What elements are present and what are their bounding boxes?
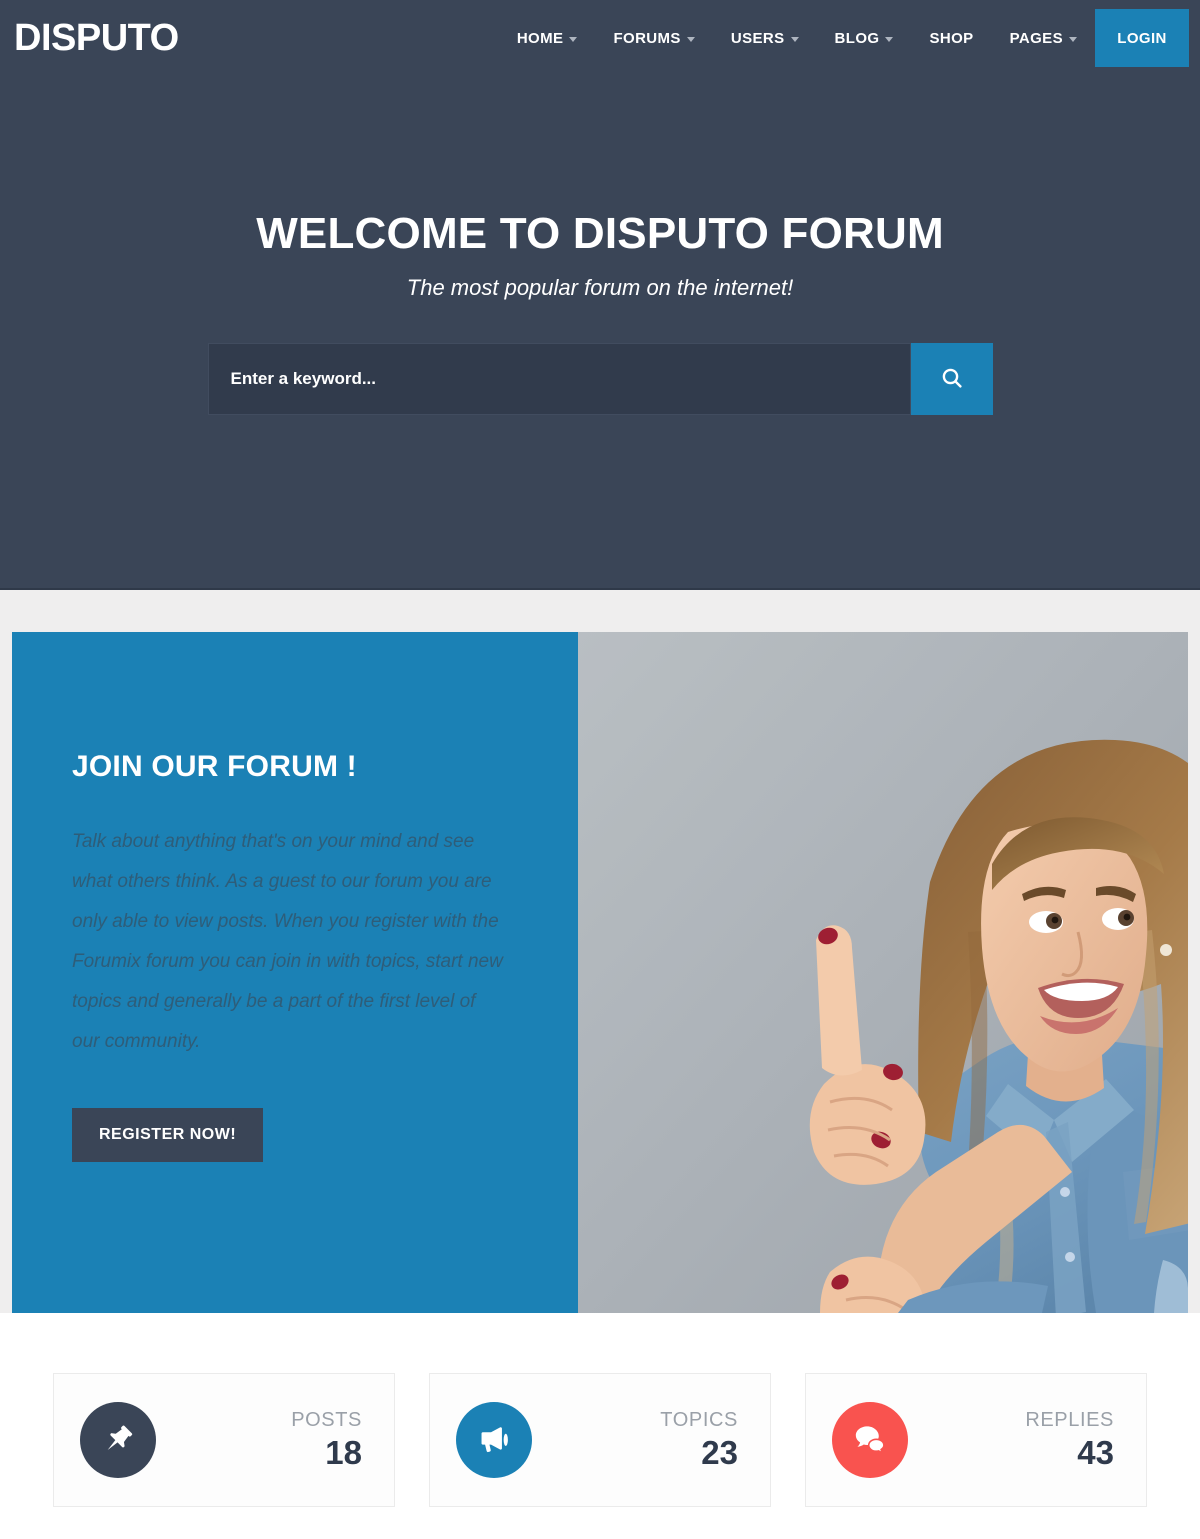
nav-item-label: HOME xyxy=(516,29,564,47)
stat-value: 43 xyxy=(1077,1434,1114,1471)
stat-label: REPLIES xyxy=(1025,1409,1114,1431)
stat-card[interactable]: POSTS 18 xyxy=(53,1373,395,1507)
page-content: JOIN OUR FORUM ! Talk about anything tha… xyxy=(0,590,1200,1539)
nav-item-label: SHOP xyxy=(929,29,974,47)
comments-icon xyxy=(832,1402,908,1478)
join-forum-photo xyxy=(578,632,1188,1313)
login-button[interactable]: LOGIN xyxy=(1095,9,1189,67)
join-forum-description: Talk about anything that's on your mind … xyxy=(72,831,503,1052)
navbar-spacer xyxy=(179,0,499,76)
chevron-down-icon xyxy=(790,36,799,42)
stat-meta: TOPICS 23 xyxy=(532,1407,744,1473)
hero-search xyxy=(207,343,993,415)
nav-item-label: BLOG xyxy=(834,29,880,47)
stat-label: POSTS xyxy=(291,1409,362,1431)
nav-item-label: PAGES xyxy=(1009,29,1063,47)
hero-subtitle: The most popular forum on the internet! xyxy=(406,275,794,300)
nav-item-home[interactable]: HOME xyxy=(499,0,596,76)
megaphone-icon xyxy=(456,1402,532,1478)
stat-card[interactable]: TOPICS 23 xyxy=(429,1373,771,1507)
chevron-down-icon xyxy=(569,36,578,42)
search-button[interactable] xyxy=(910,343,993,415)
top-navbar: DISPUTO HOME FORUMS USERS BLOG SHOP PAGES LOG… xyxy=(0,0,1200,76)
chevron-down-icon xyxy=(1069,36,1077,42)
nav-item-shop[interactable]: SHOP xyxy=(911,0,991,76)
join-forum-text-column: JOIN OUR FORUM ! Talk about anything tha… xyxy=(12,632,578,1313)
pin-icon xyxy=(80,1402,156,1478)
nav-item-pages[interactable]: PAGES xyxy=(992,0,1095,76)
nav-item-label: FORUMS xyxy=(613,29,681,47)
search-input[interactable] xyxy=(207,343,911,415)
stat-value: 23 xyxy=(701,1434,738,1471)
join-forum-title: JOIN OUR FORUM ! xyxy=(72,750,357,783)
page-title: WELCOME TO DISPUTO FORUM xyxy=(256,209,944,258)
chevron-down-icon xyxy=(885,36,894,42)
chevron-down-icon xyxy=(686,36,695,42)
nav-item-forums[interactable]: FORUMS xyxy=(595,0,712,76)
nav-item-label: USERS xyxy=(730,29,785,47)
forum-stats-row: POSTS 18 TOPICS 23 REPLIES 43 xyxy=(0,1373,1200,1507)
hero-section: WELCOME TO DISPUTO FORUM The most popula… xyxy=(0,76,1200,590)
stat-meta: POSTS 18 xyxy=(156,1407,368,1473)
nav-item-blog[interactable]: BLOG xyxy=(817,0,912,76)
forum-stats-section: POSTS 18 TOPICS 23 REPLIES 43 xyxy=(0,1313,1200,1539)
search-icon xyxy=(940,366,964,393)
woman-pointing-photo xyxy=(578,632,1188,1313)
main-navigation: HOME FORUMS USERS BLOG SHOP PAGES xyxy=(499,0,1095,76)
register-now-button[interactable]: REGISTER NOW! xyxy=(72,1108,264,1162)
stat-meta: REPLIES 43 xyxy=(908,1407,1120,1473)
join-forum-panel: JOIN OUR FORUM ! Talk about anything tha… xyxy=(12,632,1188,1313)
site-logo[interactable]: DISPUTO xyxy=(0,0,179,76)
stat-card[interactable]: REPLIES 43 xyxy=(805,1373,1147,1507)
stat-label: TOPICS xyxy=(660,1409,738,1431)
nav-item-users[interactable]: USERS xyxy=(713,0,817,76)
stat-value: 18 xyxy=(325,1434,362,1471)
